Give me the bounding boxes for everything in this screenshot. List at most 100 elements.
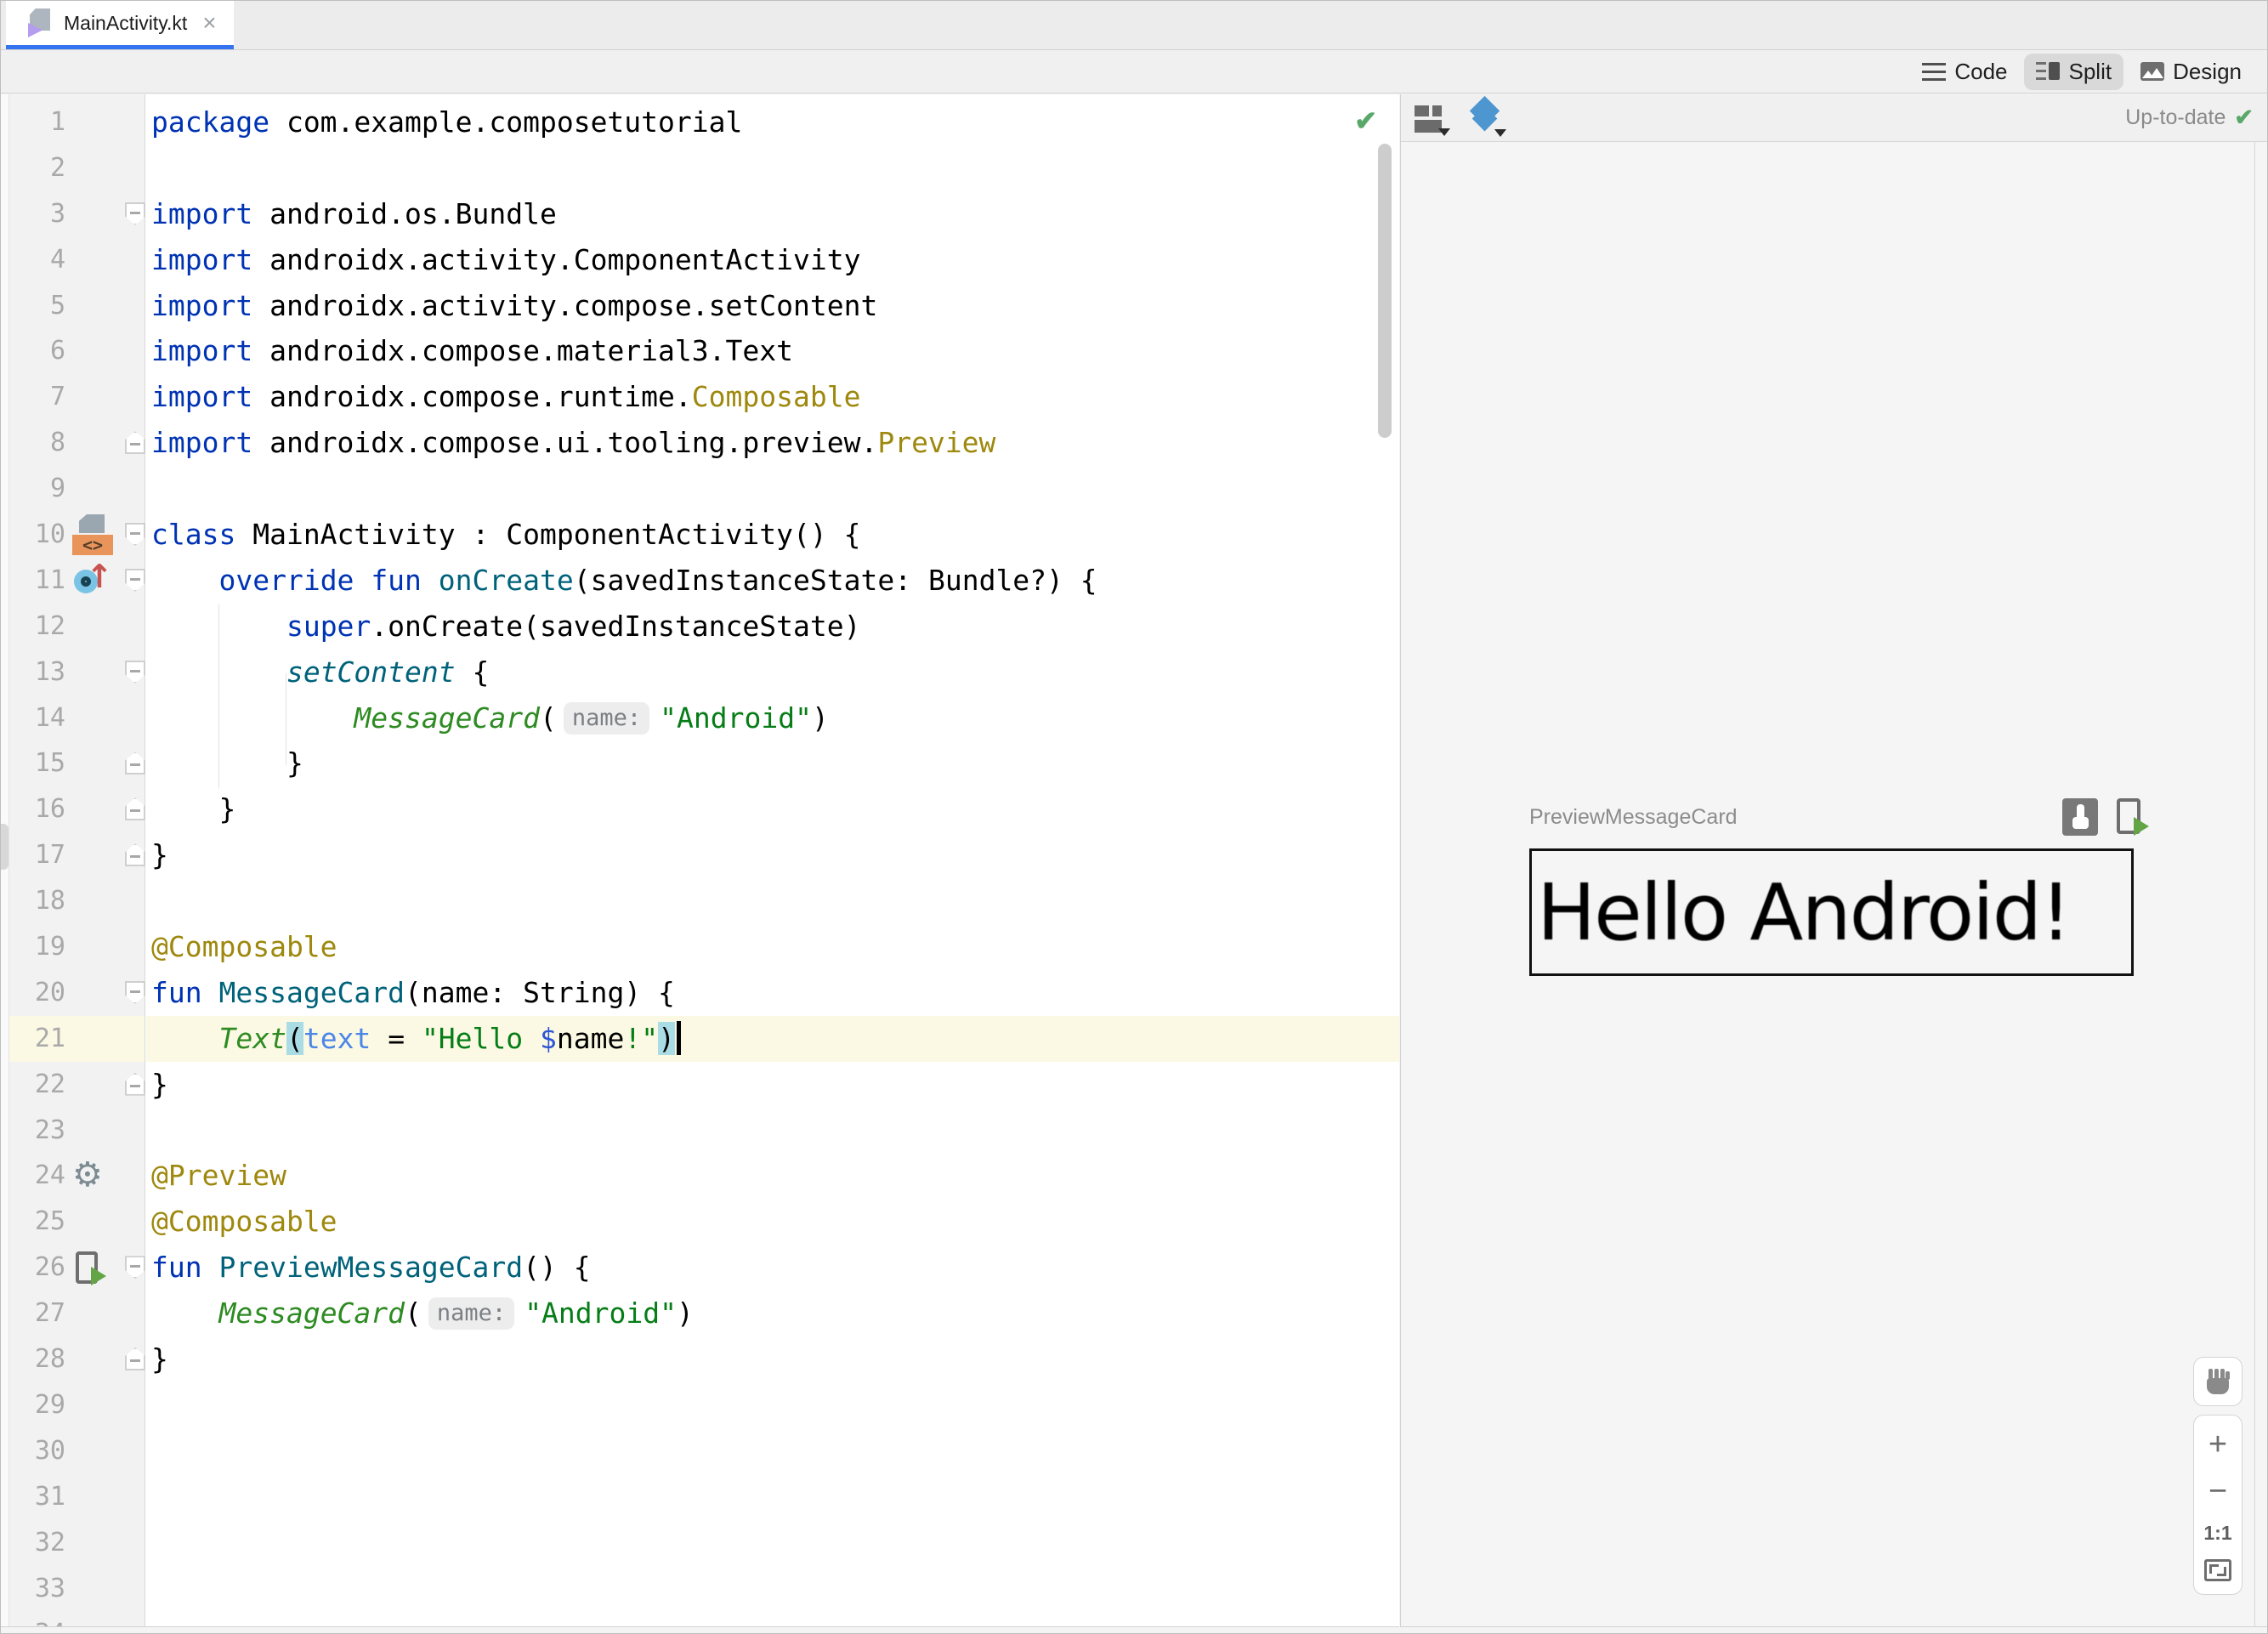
run-preview-device-icon[interactable]	[76, 1251, 110, 1286]
gutter-row[interactable]: 27	[1, 1291, 145, 1336]
fold-marker[interactable]	[125, 201, 145, 225]
run-preview-icon[interactable]	[2117, 798, 2152, 837]
line-number[interactable]: 25	[1, 1199, 65, 1245]
line-number[interactable]: 14	[1, 695, 65, 741]
gutter-row[interactable]: 8	[1, 420, 145, 466]
line-number[interactable]: 15	[1, 740, 65, 786]
zoom-in-button[interactable]: +	[2208, 1428, 2227, 1461]
line-number[interactable]: 11	[1, 558, 65, 604]
zoom-out-button[interactable]: −	[2208, 1475, 2227, 1507]
line-number[interactable]: 28	[1, 1336, 65, 1382]
line-number[interactable]: 5	[1, 283, 65, 329]
gutter-row[interactable]: 1	[1, 99, 145, 145]
gutter-row[interactable]: 34	[1, 1611, 145, 1626]
gutter-row[interactable]: 31	[1, 1474, 145, 1520]
line-number[interactable]: 30	[1, 1428, 65, 1474]
line-number[interactable]: 19	[1, 924, 65, 970]
fold-marker[interactable]	[125, 523, 145, 547]
fold-marker[interactable]	[125, 660, 145, 684]
gutter-row[interactable]: 25	[1, 1199, 145, 1245]
layers-icon[interactable]	[1467, 95, 1508, 137]
code-line[interactable]: @Composable	[146, 1199, 1399, 1245]
line-number[interactable]: 33	[1, 1566, 65, 1612]
line-number[interactable]: 29	[1, 1382, 65, 1428]
code-line[interactable]: }	[146, 786, 1399, 832]
line-number[interactable]: 31	[1, 1474, 65, 1520]
code-line[interactable]: }	[146, 740, 1399, 786]
code-line[interactable]	[146, 1520, 1399, 1566]
code-editor[interactable]: 1 2 3 4 5 6 7 8 9 10 <> 11 ↑ 12 13 14 15 16 17 18 19 20 21 22 23…	[1, 94, 1399, 1627]
code-line[interactable]: MessageCard(name: "Android")	[146, 1291, 1399, 1336]
line-number[interactable]: 27	[1, 1291, 65, 1336]
code-line[interactable]: import androidx.compose.runtime.Composab…	[146, 374, 1399, 420]
editor-scrollbar[interactable]	[1378, 144, 1392, 438]
fold-marker[interactable]	[125, 843, 145, 867]
code-line[interactable]: import androidx.compose.material3.Text	[146, 328, 1399, 374]
code-line[interactable]: Text(text = "Hello $name!")	[146, 1015, 1399, 1062]
gutter-row[interactable]: 11 ↑	[1, 558, 145, 604]
pan-button[interactable]	[2193, 1357, 2242, 1406]
gutter-row[interactable]: 21	[1, 1015, 145, 1062]
gutter-row[interactable]: 15	[1, 740, 145, 786]
code-line[interactable]: }	[146, 1336, 1399, 1382]
code-area[interactable]: package com.example.composetutorial impor…	[146, 94, 1399, 1626]
line-number[interactable]: 17	[1, 832, 65, 878]
gutter-row[interactable]: 7	[1, 374, 145, 420]
line-number[interactable]: 4	[1, 237, 65, 283]
gutter-row[interactable]: 28	[1, 1336, 145, 1382]
line-number[interactable]: 12	[1, 604, 65, 650]
code-line[interactable]: fun MessageCard(name: String) {	[146, 970, 1399, 1016]
code-line[interactable]	[146, 1611, 1399, 1626]
code-line[interactable]: package com.example.composetutorial	[146, 99, 1399, 145]
gutter-row[interactable]: 16	[1, 786, 145, 832]
code-line[interactable]: }	[146, 1062, 1399, 1108]
line-number[interactable]: 1	[1, 99, 65, 145]
gutter-row[interactable]: 20	[1, 970, 145, 1016]
gutter-row[interactable]: 22	[1, 1062, 145, 1108]
line-number[interactable]: 10	[1, 512, 65, 558]
line-number[interactable]: 22	[1, 1062, 65, 1108]
fold-marker[interactable]	[125, 568, 145, 592]
gutter-row[interactable]: 19	[1, 924, 145, 970]
code-line[interactable]	[146, 145, 1399, 191]
tab-mainactivity[interactable]: MainActivity.kt ×	[6, 1, 234, 49]
line-number[interactable]: 21	[1, 1016, 65, 1062]
code-line[interactable]: @Preview	[146, 1153, 1399, 1199]
gutter-row[interactable]: 26	[1, 1245, 145, 1291]
split-view-button[interactable]: Split	[2024, 53, 2124, 90]
preview-settings-gear-icon[interactable]: ⚙	[72, 1153, 103, 1199]
zoom-actual-size-button[interactable]: 1:1	[2203, 1522, 2231, 1545]
code-line[interactable]	[146, 1566, 1399, 1612]
tool-window-handle[interactable]	[1, 824, 9, 870]
zoom-to-fit-icon[interactable]	[2204, 1559, 2231, 1582]
gutter-row[interactable]: 12	[1, 604, 145, 650]
code-view-button[interactable]: Code	[1910, 54, 2019, 90]
gutter-row[interactable]: 18	[1, 878, 145, 924]
gutter-row[interactable]: 10 <>	[1, 512, 145, 558]
gutter-row[interactable]: 2	[1, 145, 145, 191]
fold-marker[interactable]	[125, 431, 145, 455]
line-number[interactable]: 34	[1, 1611, 65, 1626]
code-line[interactable]: import android.os.Bundle	[146, 191, 1399, 237]
code-line[interactable]: @Composable	[146, 924, 1399, 970]
override-method-icon[interactable]: ↑	[74, 558, 113, 599]
code-line[interactable]: fun PreviewMessageCard() {	[146, 1245, 1399, 1291]
line-number[interactable]: 16	[1, 786, 65, 832]
gutter-row[interactable]: 4	[1, 237, 145, 283]
code-line[interactable]: import androidx.compose.ui.tooling.previ…	[146, 420, 1399, 466]
gutter-row[interactable]: 9	[1, 466, 145, 512]
line-number[interactable]: 9	[1, 466, 65, 512]
code-line[interactable]: }	[146, 832, 1399, 878]
line-number[interactable]: 2	[1, 145, 65, 191]
line-number[interactable]: 24	[1, 1153, 65, 1199]
code-line[interactable]	[146, 878, 1399, 924]
interactive-mode-icon[interactable]	[2062, 798, 2098, 836]
gutter-row[interactable]: 5	[1, 283, 145, 329]
code-line[interactable]: import androidx.activity.compose.setCont…	[146, 283, 1399, 329]
gutter-row[interactable]: 32	[1, 1520, 145, 1566]
gutter-row[interactable]: 13	[1, 650, 145, 695]
line-number[interactable]: 20	[1, 970, 65, 1016]
fold-marker[interactable]	[125, 1256, 145, 1279]
line-number[interactable]: 23	[1, 1108, 65, 1154]
gutter-row[interactable]: 6	[1, 328, 145, 374]
